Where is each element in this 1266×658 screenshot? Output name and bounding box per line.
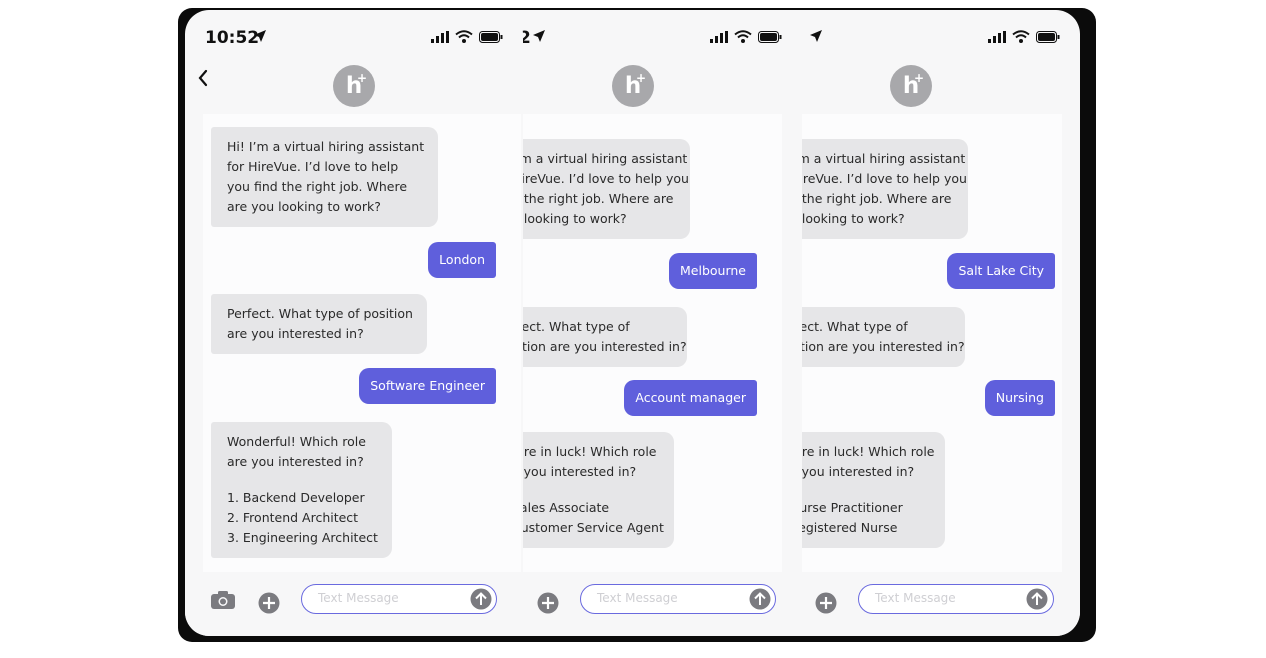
- message-line: Customer Service Agent: [512, 520, 664, 535]
- text-message-input[interactable]: Text Message: [580, 584, 776, 614]
- message-line: u looking to work?: [512, 211, 627, 226]
- outgoing-message: Nursing: [984, 380, 1055, 416]
- outgoing-message: Account manager: [624, 380, 757, 416]
- camera-icon[interactable]: [210, 590, 236, 610]
- status-icons: [988, 30, 1060, 43]
- add-icon[interactable]: [258, 592, 280, 614]
- message-line: e you interested in?: [790, 464, 915, 479]
- signal-icon: [431, 30, 449, 43]
- add-icon[interactable]: [815, 592, 837, 614]
- composer-bar: Text Message: [185, 572, 523, 636]
- signal-icon: [710, 30, 728, 43]
- message-line: [227, 472, 378, 488]
- outgoing-message: Salt Lake City: [947, 253, 1055, 289]
- location-arrow-icon: [810, 30, 822, 42]
- location-arrow-icon: [533, 30, 545, 42]
- message-line: for HireVue. I’d love to help: [227, 159, 399, 174]
- message-line: u looking to work?: [790, 211, 905, 226]
- text-message-input[interactable]: Text Message: [301, 584, 497, 614]
- message-line: [512, 482, 660, 498]
- message-line: rfect. What type of: [790, 319, 908, 334]
- message-line: are you looking to work?: [227, 199, 381, 214]
- status-icons: [431, 30, 503, 43]
- battery-icon: [758, 30, 782, 43]
- back-chevron-icon[interactable]: [197, 68, 209, 88]
- outgoing-message: London: [428, 242, 496, 278]
- location-arrow-icon: [254, 30, 266, 42]
- hirevue-logo-icon: h +: [890, 65, 932, 107]
- message-line: Nurse Practitioner: [790, 500, 903, 515]
- send-arrow-icon[interactable]: [749, 588, 771, 610]
- send-arrow-icon[interactable]: [470, 588, 492, 610]
- hirevue-logo-icon: h +: [333, 65, 375, 107]
- message-line: sition are you interested in?: [512, 339, 687, 354]
- message-line: u’re in luck! Which role: [512, 444, 657, 459]
- chat-header: h +: [185, 58, 523, 114]
- message-line: Wonderful! Which role: [227, 434, 366, 449]
- incoming-message: u’re in luck! Which role e you intereste…: [512, 432, 674, 548]
- wifi-icon: [734, 30, 752, 43]
- message-line: u’re in luck! Which role: [790, 444, 935, 459]
- incoming-message: I’m a virtual hiring assistant HireVue. …: [512, 139, 690, 239]
- message-line: Sales Associate: [512, 500, 610, 515]
- status-time: 10:52: [205, 28, 260, 48]
- battery-icon: [1036, 30, 1060, 43]
- incoming-message: Perfect. What type of position are you i…: [211, 294, 427, 354]
- outgoing-message: Melbourne: [669, 253, 757, 289]
- message-line: I’m a virtual hiring assistant: [512, 151, 688, 166]
- message-line: 1. Backend Developer: [227, 490, 365, 505]
- battery-icon: [479, 30, 503, 43]
- message-line: d the right job. Where are: [512, 191, 674, 206]
- message-line: you find the right job. Where: [227, 179, 408, 194]
- hirevue-logo-icon: h +: [612, 65, 654, 107]
- message-line: rfect. What type of: [512, 319, 630, 334]
- message-line: e you interested in?: [512, 464, 637, 479]
- text-message-input[interactable]: Text Message: [858, 584, 1054, 614]
- message-line: d the right job. Where are: [790, 191, 952, 206]
- incoming-message: Hi! I’m a virtual hiring assistant for H…: [211, 127, 439, 227]
- message-line: HireVue. I’d love to help you: [512, 171, 689, 186]
- wifi-icon: [1012, 30, 1030, 43]
- add-icon[interactable]: [537, 592, 559, 614]
- message-line: are you interested in?: [227, 326, 364, 341]
- phone-screen-london: 10:52 h + Hi! I’m a virtual hiring assis…: [185, 10, 523, 636]
- message-line: Perfect. What type of position: [227, 306, 413, 321]
- signal-icon: [988, 30, 1006, 43]
- incoming-message: Wonderful! Which role are you interested…: [211, 422, 392, 558]
- outgoing-message: Software Engineer: [359, 368, 496, 404]
- message-line: Hi! I’m a virtual hiring assistant: [227, 139, 425, 154]
- incoming-message: I’m a virtual hiring assistant HireVue. …: [790, 139, 968, 239]
- message-line: sition are you interested in?: [790, 339, 965, 354]
- incoming-message: rfect. What type of sition are you inter…: [512, 307, 687, 367]
- message-line: HireVue. I’d love to help you: [790, 171, 967, 186]
- send-arrow-icon[interactable]: [1026, 588, 1048, 610]
- status-bar: 10:52: [185, 10, 523, 58]
- status-icons: [710, 30, 782, 43]
- message-line: 2. Frontend Architect: [227, 510, 359, 525]
- incoming-message: u’re in luck! Which role e you intereste…: [790, 432, 945, 548]
- incoming-message: rfect. What type of sition are you inter…: [790, 307, 965, 367]
- avatar-plus: +: [913, 71, 924, 85]
- message-line: are you interested in?: [227, 454, 364, 469]
- avatar-plus: +: [635, 71, 646, 85]
- avatar-plus: +: [356, 71, 367, 85]
- message-line: I’m a virtual hiring assistant: [790, 151, 966, 166]
- message-line: [790, 482, 931, 498]
- wifi-icon: [455, 30, 473, 43]
- message-line: 3. Engineering Architect: [227, 530, 378, 545]
- chat-thread: Hi! I’m a virtual hiring assistant for H…: [203, 114, 521, 572]
- message-line: Registered Nurse: [790, 520, 898, 535]
